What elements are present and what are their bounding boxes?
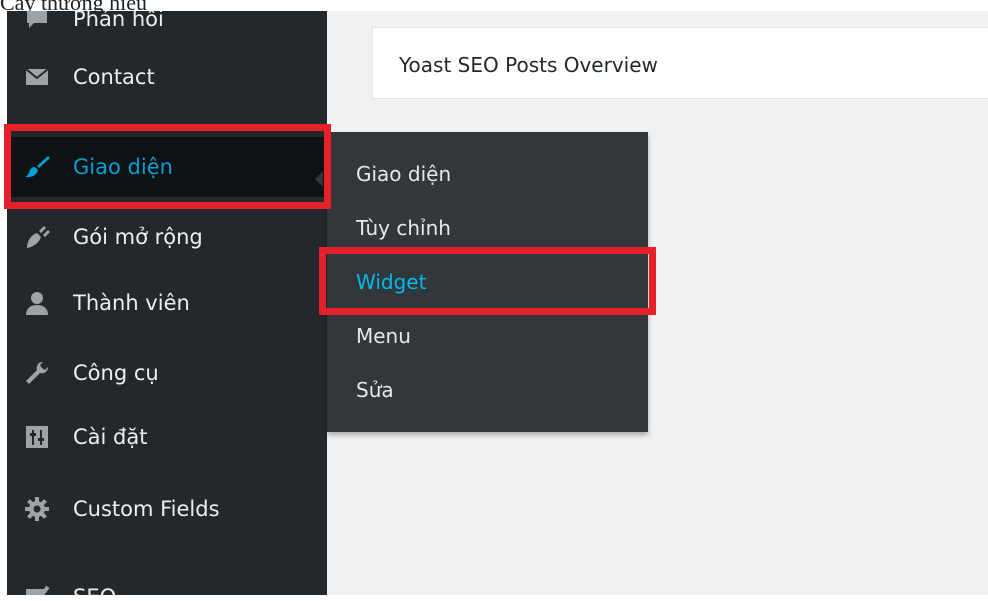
sidebar-item-feedback[interactable]: Phản hồi <box>7 11 327 49</box>
sidebar-item-label: Gói mở rộng <box>73 225 203 249</box>
plugin-icon <box>24 224 50 250</box>
sidebar-item-label: Contact <box>73 65 155 89</box>
sidebar-item-label: Thành viên <box>73 291 190 315</box>
sidebar-item-label: SEO <box>73 585 116 595</box>
seo-icon <box>24 584 50 595</box>
comment-icon <box>24 11 50 32</box>
sidebar-item-custom-fields[interactable]: Custom Fields <box>7 479 327 539</box>
submenu-item-menus[interactable]: Menu <box>356 324 411 348</box>
sidebar-item-tools[interactable]: Công cụ <box>7 343 327 403</box>
sidebar-item-plugins[interactable]: Gói mở rộng <box>7 207 327 267</box>
yoast-overview-panel[interactable]: Yoast SEO Posts Overview <box>372 27 988 99</box>
sidebar-item-contact[interactable]: Contact <box>7 47 327 107</box>
sidebar-item-users[interactable]: Thành viên <box>7 273 327 333</box>
highlight-widget <box>319 247 656 315</box>
envelope-icon <box>24 64 50 90</box>
highlight-appearance <box>4 124 331 209</box>
settings-icon <box>24 424 50 450</box>
user-icon <box>24 290 50 316</box>
admin-sidebar: Phản hồi Contact Giao diện Gói mở rộng T… <box>7 11 327 595</box>
sidebar-item-seo[interactable]: SEO <box>7 567 327 595</box>
submenu-item-themes[interactable]: Giao diện <box>356 162 451 186</box>
wrench-icon <box>24 360 50 386</box>
sidebar-item-label: Công cụ <box>73 361 159 385</box>
sidebar-item-label: Custom Fields <box>73 497 220 521</box>
gear-icon <box>24 496 50 522</box>
sidebar-item-settings[interactable]: Cài đặt <box>7 407 327 467</box>
sidebar-item-label: Phản hồi <box>73 11 164 31</box>
submenu-item-customize[interactable]: Tùy chỉnh <box>356 216 451 240</box>
submenu-item-editor[interactable]: Sửa <box>356 378 394 402</box>
sidebar-item-label: Cài đặt <box>73 425 148 449</box>
panel-title: Yoast SEO Posts Overview <box>399 53 658 77</box>
